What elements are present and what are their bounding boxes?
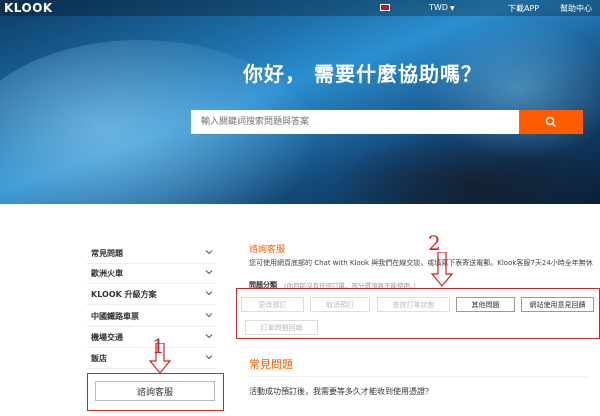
sidebar-item-upgrade[interactable]: KLOOK 升級方案	[86, 284, 216, 305]
chevron-down-icon	[205, 355, 213, 360]
chevron-down-icon	[205, 313, 213, 318]
klook-logo[interactable]: KLOOK	[4, 1, 53, 15]
contact-description: 您可使用網頁底部的 Chat with Klook 與我們在線交談，或填寫下表寄…	[249, 259, 593, 267]
hero-banner	[0, 0, 600, 204]
download-app-link[interactable]: 下載APP	[508, 3, 539, 14]
faq-question[interactable]: 活動成功預訂後，我需要等多久才能收到使用憑證？	[249, 386, 433, 397]
search-button[interactable]	[519, 110, 583, 134]
faq-section-title: 常見問題	[249, 358, 293, 371]
contact-section-title: 諮詢客服	[249, 245, 286, 255]
divider	[249, 376, 587, 377]
annotation-arrow-icon	[430, 252, 454, 287]
chevron-down-icon	[205, 291, 213, 296]
currency-selector[interactable]: TWD ▼	[429, 3, 455, 12]
chevron-down-icon	[205, 250, 213, 255]
page-title: 你好， 需要什麼協助嗎？	[243, 62, 482, 86]
search-icon	[545, 116, 556, 127]
sidebar-item-europe-rail[interactable]: 歐洲火車	[86, 263, 216, 284]
search-input[interactable]	[191, 110, 519, 134]
annotation-arrow-icon	[148, 343, 172, 374]
chevron-down-icon	[205, 334, 213, 339]
annotation-box-1	[87, 373, 224, 411]
chevron-down-icon: ▼	[449, 5, 455, 12]
annotation-box-2	[236, 288, 600, 339]
chevron-down-icon	[205, 270, 213, 275]
help-center-link[interactable]: 幫助中心	[560, 3, 592, 14]
sidebar-item-china-rail[interactable]: 中國鐵路車票	[86, 306, 216, 327]
flag-icon[interactable]	[380, 4, 390, 11]
sidebar-item-faq[interactable]: 常見問題	[86, 243, 216, 264]
